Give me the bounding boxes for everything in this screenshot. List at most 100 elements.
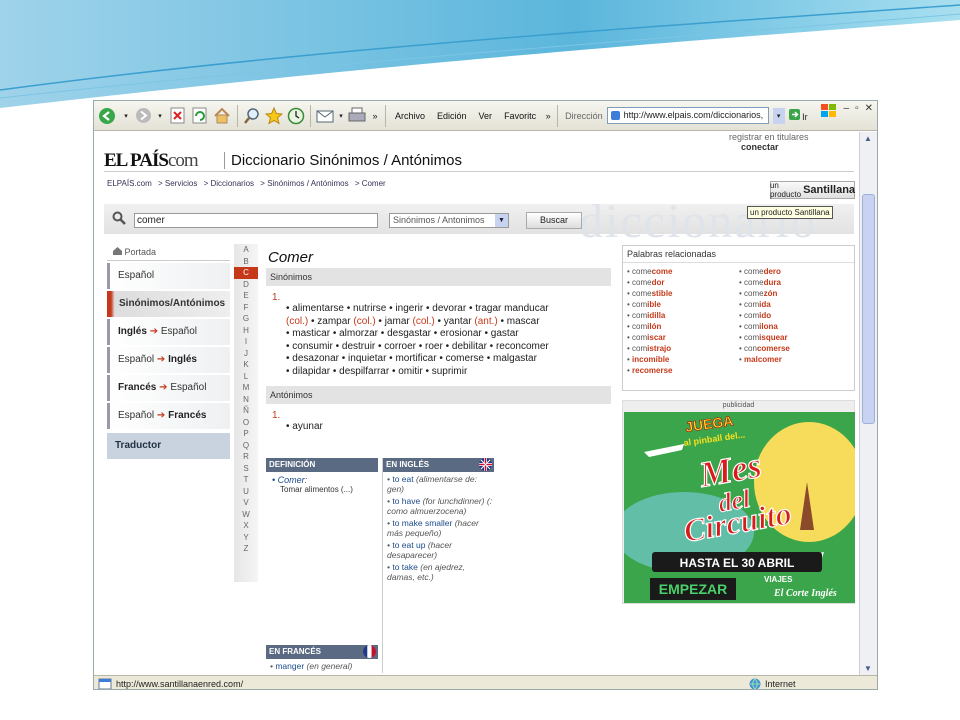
related-word-link[interactable]: • comilón bbox=[627, 321, 739, 332]
mail-dropdown-icon[interactable]: ▾ bbox=[336, 104, 346, 128]
print-button[interactable] bbox=[346, 104, 368, 128]
translation-term[interactable]: to make smaller bbox=[392, 518, 452, 528]
alphabet-letter[interactable]: P bbox=[234, 428, 258, 440]
alphabet-letter[interactable]: Y bbox=[234, 532, 258, 544]
breadcrumb-item[interactable]: > Sinónimos / Antónimos bbox=[260, 179, 348, 188]
related-word-link[interactable]: • comedor bbox=[627, 277, 739, 288]
alphabet-letter[interactable]: Q bbox=[234, 440, 258, 452]
related-word-link[interactable]: • comida bbox=[739, 299, 851, 310]
alphabet-letter[interactable]: T bbox=[234, 474, 258, 486]
dictionary-select[interactable]: Sinónimos / Antonimos ▼ bbox=[389, 213, 509, 228]
alphabet-letter[interactable]: U bbox=[234, 486, 258, 498]
translation-term[interactable]: manger bbox=[275, 661, 304, 671]
restore-icon[interactable]: ▫ bbox=[855, 103, 859, 119]
back-button[interactable] bbox=[94, 104, 120, 128]
related-word-link[interactable]: • comido bbox=[739, 310, 851, 321]
breadcrumb-item[interactable]: > Servicios bbox=[158, 179, 197, 188]
minimize-icon[interactable]: – bbox=[844, 103, 850, 119]
alphabet-letter[interactable]: K bbox=[234, 359, 258, 371]
mail-button[interactable] bbox=[314, 104, 336, 128]
scroll-down-icon[interactable]: ▼ bbox=[864, 664, 872, 673]
alphabet-letter[interactable]: O bbox=[234, 417, 258, 429]
history-button[interactable] bbox=[285, 104, 307, 128]
forward-button[interactable] bbox=[132, 104, 154, 128]
translation-term[interactable]: to take bbox=[392, 562, 418, 572]
alphabet-letter[interactable]: H bbox=[234, 325, 258, 337]
related-word-link[interactable]: • comible bbox=[627, 299, 739, 310]
menu-overflow-icon[interactable]: » bbox=[542, 104, 554, 128]
related-word-link[interactable]: • comistrajo bbox=[627, 343, 739, 354]
home-button[interactable] bbox=[210, 104, 234, 128]
definition-word[interactable]: • Comer: bbox=[266, 475, 378, 485]
alphabet-letter[interactable]: M bbox=[234, 382, 258, 394]
alphabet-letter[interactable]: E bbox=[234, 290, 258, 302]
alphabet-letter[interactable]: B bbox=[234, 256, 258, 268]
search-input[interactable]: comer bbox=[134, 213, 378, 228]
related-word-link[interactable]: • comezón bbox=[739, 288, 851, 299]
register-link[interactable]: registrar en titulares bbox=[729, 132, 809, 142]
sidebar-item-traductor[interactable]: Traductor bbox=[107, 433, 230, 459]
alphabet-letter[interactable]: N bbox=[234, 394, 258, 406]
related-word-link[interactable]: • concomerse bbox=[739, 343, 851, 354]
alphabet-letter[interactable]: Ñ bbox=[234, 405, 258, 417]
stop-button[interactable] bbox=[166, 104, 188, 128]
related-word-link[interactable]: • comestible bbox=[627, 288, 739, 299]
menu-favoritos[interactable]: Favoritc bbox=[498, 111, 542, 121]
alphabet-letter[interactable]: Z bbox=[234, 543, 258, 555]
alphabet-letter[interactable]: X bbox=[234, 520, 258, 532]
related-word-link[interactable]: • comiscar bbox=[627, 332, 739, 343]
related-word-link[interactable]: • comedero bbox=[739, 266, 851, 277]
go-button[interactable]: Ir bbox=[788, 109, 808, 122]
translation-term[interactable]: to eat bbox=[392, 474, 413, 484]
sidebar-item-home[interactable]: Portada bbox=[107, 244, 230, 261]
elpais-logo[interactable]: EL PAÍScom bbox=[104, 150, 199, 172]
sidebar-item-espanol[interactable]: Español bbox=[107, 263, 230, 289]
alphabet-letter[interactable]: R bbox=[234, 451, 258, 463]
alphabet-letter[interactable]: W bbox=[234, 509, 258, 521]
alphabet-letter[interactable]: F bbox=[234, 302, 258, 314]
related-word-link[interactable]: • recomerse bbox=[627, 365, 739, 376]
alphabet-letter[interactable]: C bbox=[234, 267, 258, 279]
advertisement[interactable]: publicidad JUEGA al pinball del... Mes d… bbox=[622, 400, 855, 604]
search-button[interactable]: Buscar bbox=[526, 212, 582, 229]
alphabet-letter[interactable]: L bbox=[234, 371, 258, 383]
related-word-link[interactable]: • incomible bbox=[627, 354, 739, 365]
menu-archivo[interactable]: Archivo bbox=[389, 111, 431, 121]
breadcrumb-item[interactable]: > Diccionarios bbox=[204, 179, 254, 188]
alphabet-letter[interactable]: I bbox=[234, 336, 258, 348]
sidebar-item-frances-espanol[interactable]: Francés ➔ Español bbox=[107, 375, 230, 401]
translation-term[interactable]: to eat up bbox=[392, 540, 425, 550]
sidebar-item-espanol-ingles[interactable]: Español ➔ Inglés bbox=[107, 347, 230, 373]
related-word-link[interactable]: • malcomer bbox=[739, 354, 851, 365]
related-word-link[interactable]: • comecome bbox=[627, 266, 739, 277]
sidebar-item-sinonimos[interactable]: Sinónimos/Antónimos bbox=[107, 291, 230, 317]
related-word-link[interactable]: • comisquear bbox=[739, 332, 851, 343]
alphabet-letter[interactable]: J bbox=[234, 348, 258, 360]
address-dropdown-icon[interactable]: ▾ bbox=[772, 107, 785, 124]
refresh-button[interactable] bbox=[188, 104, 210, 128]
alphabet-letter[interactable]: S bbox=[234, 463, 258, 475]
sidebar-item-espanol-frances[interactable]: Español ➔ Francés bbox=[107, 403, 230, 429]
toolbar-overflow-icon[interactable]: » bbox=[368, 104, 382, 128]
breadcrumb-item[interactable]: ELPAÍS.com bbox=[107, 179, 152, 188]
menu-edicion[interactable]: Edición bbox=[431, 111, 473, 121]
menu-ver[interactable]: Ver bbox=[473, 111, 499, 121]
alphabet-letter[interactable]: G bbox=[234, 313, 258, 325]
favorites-button[interactable] bbox=[263, 104, 285, 128]
alphabet-letter[interactable]: A bbox=[234, 244, 258, 256]
close-icon[interactable]: ✕ bbox=[865, 103, 873, 119]
related-word-link[interactable]: • comedura bbox=[739, 277, 851, 288]
related-word-link[interactable]: • comilona bbox=[739, 321, 851, 332]
alphabet-letter[interactable]: V bbox=[234, 497, 258, 509]
related-word-link[interactable]: • comidilla bbox=[627, 310, 739, 321]
alphabet-letter[interactable]: D bbox=[234, 279, 258, 291]
vertical-scrollbar[interactable]: ▲ ▼ bbox=[859, 132, 877, 675]
ad-cta[interactable]: EMPEZAR bbox=[659, 581, 727, 597]
scroll-thumb[interactable] bbox=[862, 194, 875, 424]
sidebar-item-ingles-espanol[interactable]: Inglés ➔ Español bbox=[107, 319, 230, 345]
translation-term[interactable]: to have bbox=[392, 496, 420, 506]
search-button[interactable] bbox=[241, 104, 263, 128]
ad-banner-image[interactable]: JUEGA al pinball del... Mes del Circuito… bbox=[624, 412, 855, 603]
back-dropdown-icon[interactable]: ▾ bbox=[120, 104, 132, 128]
forward-dropdown-icon[interactable]: ▾ bbox=[154, 104, 166, 128]
